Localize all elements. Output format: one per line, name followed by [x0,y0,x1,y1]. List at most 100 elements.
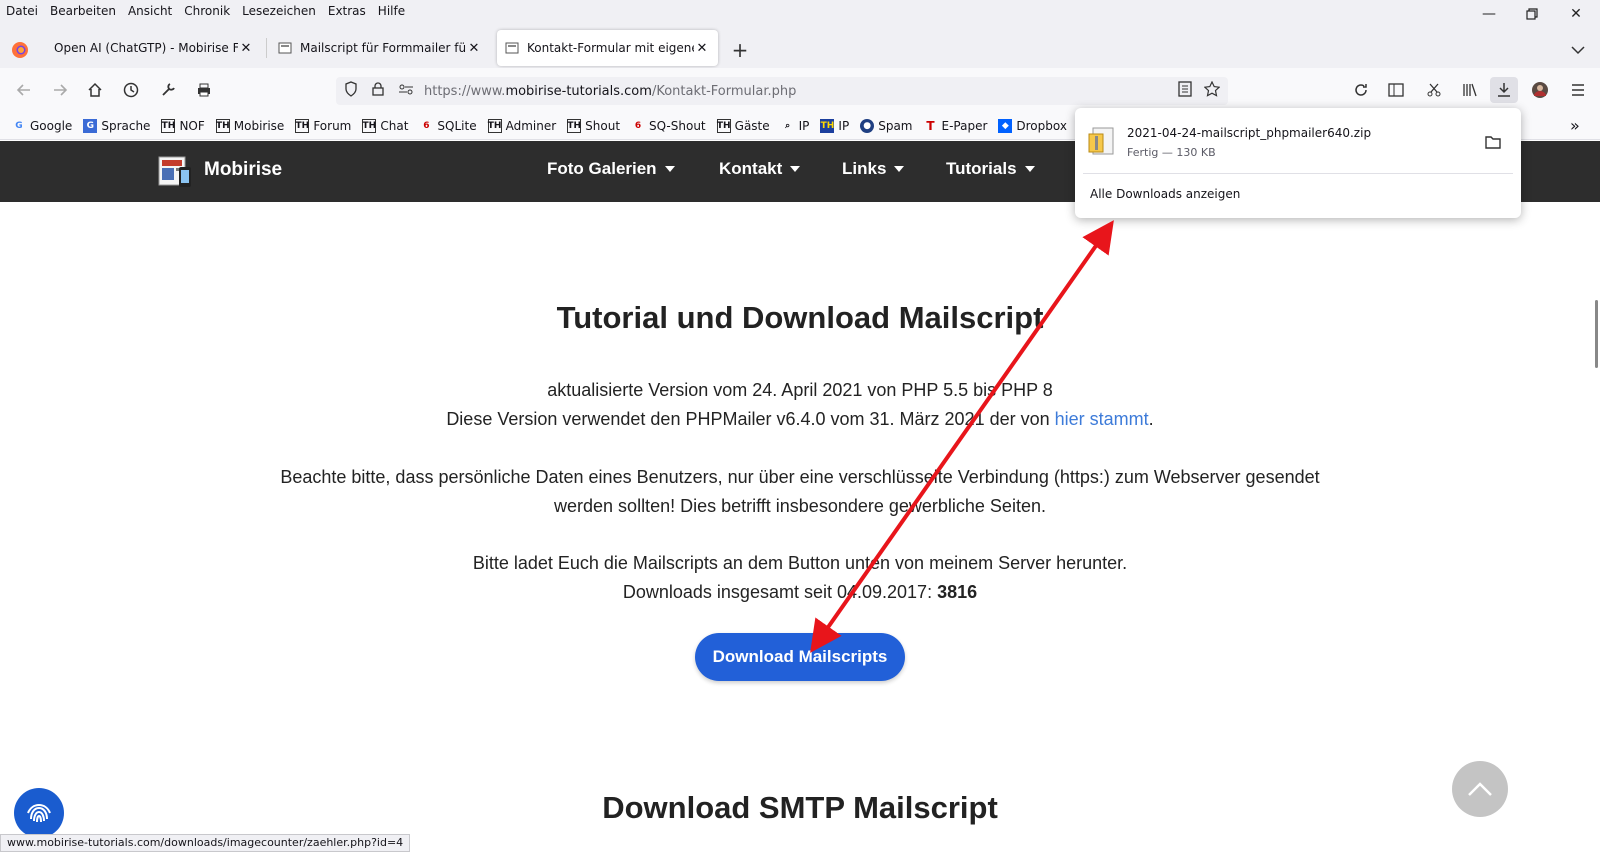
bookmark-adminer[interactable]: TH Adminer [487,118,556,133]
tab-openai[interactable]: Open AI (ChatGTP) - Mobirise Forum ✕ [46,30,262,66]
bookmark-shout[interactable]: TH Shout [567,118,620,133]
bookmark-label: Sprache [101,118,151,133]
mobirise-logo[interactable] [157,153,193,189]
back-button[interactable] [12,78,36,102]
home-button[interactable] [83,78,107,102]
tab-list-button[interactable] [1566,38,1590,62]
download-icon [1498,83,1510,97]
star-icon[interactable] [1203,80,1221,101]
download-mailscripts-button[interactable]: Download Mailscripts [695,633,905,681]
tab-divider [266,38,267,58]
download-count-label: Downloads insgesamt seit 04.09.2017: [622,582,938,602]
nav-label: Links [842,159,887,178]
firefox-icon[interactable] [8,38,32,62]
bookmark-sqlite[interactable]: 6 SQLite [419,119,476,133]
history-button[interactable] [119,78,143,102]
bookmarks-overflow-icon[interactable]: » [1570,116,1580,135]
library-button[interactable] [1458,78,1482,102]
nav-links[interactable]: Links [842,159,905,179]
bookmark-sq-shout[interactable]: 6 SQ-Shout [631,119,706,133]
lock-icon[interactable] [372,82,388,100]
close-icon[interactable]: ✕ [466,41,482,56]
url-path: /Kontakt-Formular.php [651,83,797,99]
show-all-downloads-link[interactable]: Alle Downloads anzeigen [1090,187,1240,201]
close-icon[interactable]: ✕ [694,41,710,56]
th-icon: TH [567,118,582,133]
app-menu-button[interactable] [1566,78,1590,102]
th-icon: TH [295,118,310,133]
nav-toolbar: https://www.mobirise-tutorials.com/Konta… [0,68,1600,112]
chevron-up-icon [1468,782,1492,796]
nav-label: Tutorials [946,159,1017,178]
menu-hilfe[interactable]: Hilfe [372,0,411,22]
nav-kontakt[interactable]: Kontakt [719,159,801,179]
bookmark-label: Dropbox [1016,118,1067,133]
bookmark-label: Forum [313,118,352,133]
google-icon: G [15,120,23,131]
shield-icon[interactable] [344,81,362,101]
newspaper-icon: T [926,118,935,133]
database-icon: 6 [634,120,642,131]
menu-ansicht[interactable]: Ansicht [122,0,178,22]
tab-mailscript[interactable]: Mailscript für Formmailer für PHP ✕ [270,30,490,66]
fingerprint-button[interactable] [14,788,64,838]
account-button[interactable] [1528,78,1552,102]
back-to-top-button[interactable] [1452,761,1508,817]
bookmark-label: SQ-Shout [649,118,706,133]
back-arrow-icon [16,84,30,96]
bookmark-mobirise[interactable]: TH Mobirise [215,118,284,133]
close-icon[interactable]: ✕ [238,41,254,56]
site-brand[interactable]: Mobirise [204,159,282,181]
zip-file-icon [1088,127,1114,155]
menu-datei[interactable]: Datei [0,0,44,22]
reader-view-icon[interactable] [1178,81,1192,101]
nav-tutorials[interactable]: Tutorials [946,159,1035,179]
sidebar-button[interactable] [1384,78,1408,102]
new-tab-button[interactable]: + [728,38,752,62]
url-bar[interactable]: https://www.mobirise-tutorials.com/Konta… [336,77,1228,105]
download-filename[interactable]: 2021-04-24-mailscript_phpmailer640.zip [1127,126,1371,140]
open-folder-icon[interactable] [1485,134,1501,153]
bookmark-sprache[interactable]: G Sprache [83,118,151,133]
url-text[interactable]: https://www.mobirise-tutorials.com/Konta… [424,84,796,99]
th-icon: TH [161,118,176,133]
tools-button[interactable] [156,78,180,102]
bookmark-gaeste[interactable]: TH Gäste [716,118,770,133]
bookmark-ip-1[interactable]: ⌕ IP [781,119,809,133]
bookmark-label: Chat [380,118,409,133]
reload-button[interactable] [1349,78,1373,102]
phpmailer-text: Diese Version verwendet den PHPMailer v6… [0,409,1600,430]
menu-bearbeiten[interactable]: Bearbeiten [44,0,122,22]
library-icon [1463,83,1477,97]
th-icon: TH [716,118,731,133]
hier-stammt-link[interactable]: hier stammt [1055,409,1149,429]
privacy-text-2: werden sollten! Dies betrifft insbesonde… [554,496,1046,516]
nav-foto-galerien[interactable]: Foto Galerien [547,159,675,179]
page-scrollbar[interactable] [1595,300,1598,368]
menu-lesezeichen[interactable]: Lesezeichen [236,0,322,22]
spam-icon: ● [860,118,875,133]
menu-chronik[interactable]: Chronik [178,0,236,22]
tab-kontakt-active[interactable]: Kontakt-Formular mit eigenem ✕ [497,30,718,66]
bookmark-spam[interactable]: ● Spam [860,118,912,133]
permissions-icon[interactable] [398,83,416,99]
th-icon: TH [820,118,835,133]
bookmark-chat[interactable]: TH Chat [362,118,409,133]
download-count-text: Downloads insgesamt seit 04.09.2017: 381… [0,582,1600,603]
bookmark-label: IP [838,118,850,133]
menu-extras[interactable]: Extras [322,0,372,22]
bookmark-dropbox[interactable]: ◆ Dropbox [998,118,1067,133]
dropbox-icon: ◆ [998,118,1013,133]
bookmark-nof[interactable]: TH NOF [161,118,205,133]
print-button[interactable] [192,78,216,102]
bookmark-epaper[interactable]: T E-Paper [923,119,987,133]
downloads-button[interactable] [1490,77,1518,103]
privacy-text-1: Beachte bitte, dass persönliche Daten ei… [280,467,1320,487]
bookmark-google[interactable]: G Google [12,119,72,133]
bookmark-forum[interactable]: TH Forum [295,118,352,133]
bookmark-ip-2[interactable]: TH IP [820,118,850,133]
page-icon [278,42,292,54]
screenshot-button[interactable] [1422,78,1446,102]
forward-button[interactable] [48,78,72,102]
wrench-icon [162,83,175,96]
